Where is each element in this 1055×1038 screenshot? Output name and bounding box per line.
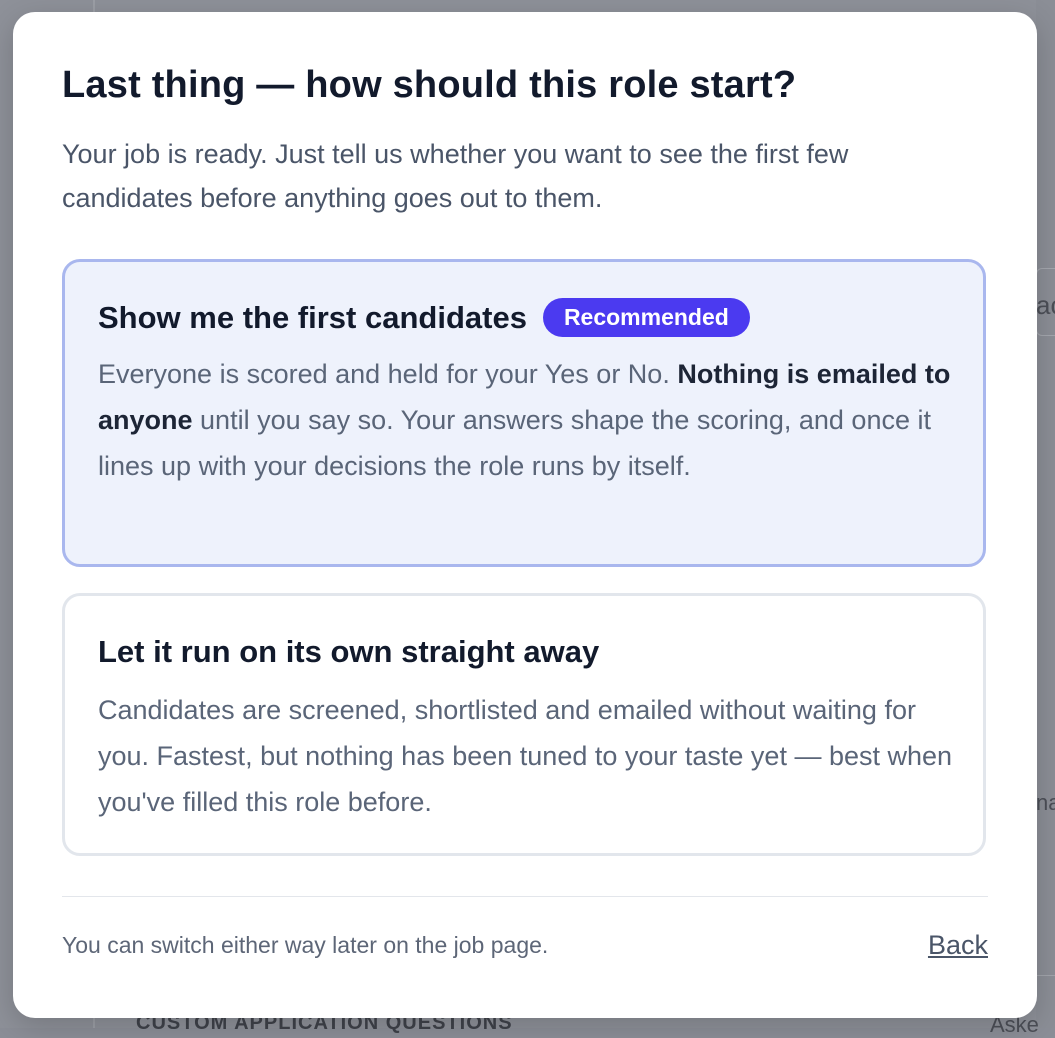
footer-note: You can switch either way later on the j… <box>62 932 549 958</box>
option-description: Everyone is scored and held for your Yes… <box>98 351 960 489</box>
background-text-fragment: ac <box>1036 290 1055 320</box>
footer-divider <box>62 896 988 897</box>
option-review-first-candidates[interactable]: Show me the first candidates Recommended… <box>62 259 986 567</box>
option-description-text: until you say so. Your answers shape the… <box>98 405 931 481</box>
back-link[interactable]: Back <box>928 930 988 961</box>
option-description-text: Everyone is scored and held for your Yes… <box>98 359 678 389</box>
option-header: Show me the first candidates Recommended <box>98 298 750 337</box>
option-description: Candidates are screened, shortlisted and… <box>98 695 953 817</box>
start-mode-dialog: Last thing — how should this role start?… <box>13 12 1037 1018</box>
option-header: Let it run on its own straight away <box>98 634 599 670</box>
background-divider <box>1036 975 1055 976</box>
option-title: Let it run on its own straight away <box>98 634 600 669</box>
background-text-fragment: na <box>1036 790 1055 815</box>
dialog-title: Last thing — how should this role start? <box>62 64 797 106</box>
background-right-panel <box>1036 0 1055 1028</box>
option-run-automatically[interactable]: Let it run on its own straight away Cand… <box>62 593 986 856</box>
option-title: Show me the first candidates <box>98 299 527 335</box>
dialog-subtitle: Your job is ready. Just tell us whether … <box>62 139 849 213</box>
recommended-badge: Recommended <box>542 298 750 337</box>
